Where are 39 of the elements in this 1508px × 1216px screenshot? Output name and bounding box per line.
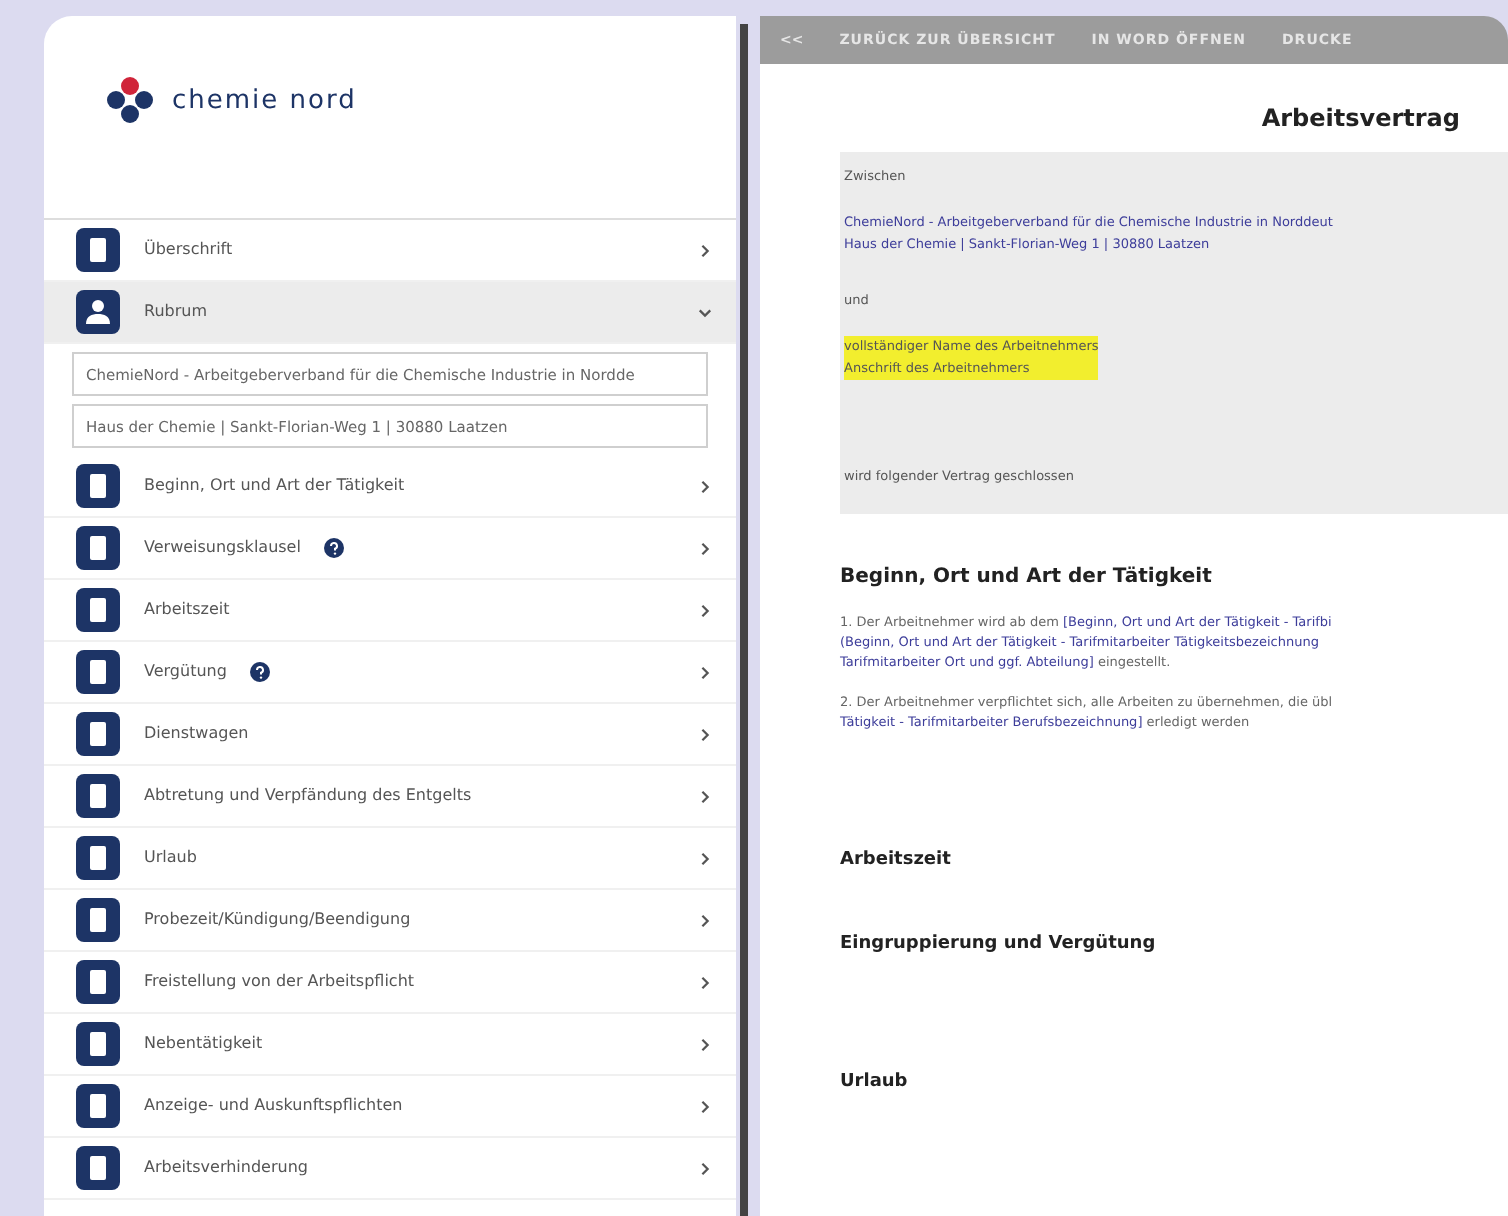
- document-icon: [76, 960, 120, 1004]
- chevron-icon: [698, 789, 712, 803]
- chevron-icon: [698, 479, 712, 493]
- document-icon: [76, 650, 120, 694]
- section-heading: Beginn, Ort und Art der Tätigkeit: [840, 564, 1214, 593]
- chevron-icon: [698, 603, 712, 617]
- scrollbar[interactable]: [740, 24, 748, 1216]
- chevron-icon: [698, 851, 712, 865]
- document-icon: [76, 774, 120, 818]
- chevron-icon: [698, 1099, 712, 1113]
- document-icon: [76, 1146, 120, 1190]
- chevron-icon: [698, 975, 712, 989]
- chevron-icon: [698, 1161, 712, 1175]
- chevron-icon: [698, 243, 712, 257]
- logo-icon: [104, 76, 156, 124]
- chevron-icon: [698, 913, 712, 927]
- document-icon: [76, 712, 120, 756]
- document-icon: [76, 898, 120, 942]
- logo-text: chemie nord: [172, 84, 357, 120]
- document-icon: [76, 228, 120, 272]
- section-heading: Eingruppierung und Vergütung: [840, 931, 1158, 958]
- chevron-icon: [698, 1037, 712, 1051]
- document-icon: [76, 1084, 120, 1128]
- document-icon: [76, 1022, 120, 1066]
- document-icon: [76, 464, 120, 508]
- chevron-icon: [698, 541, 712, 555]
- section-item[interactable]: Rubrum: [44, 282, 736, 344]
- chevron-icon: [698, 305, 712, 319]
- section-heading: Urlaub: [840, 1070, 910, 1097]
- document-title: Arbeitsvertrag: [1261, 102, 1460, 136]
- chevron-icon: [698, 727, 712, 741]
- document-icon: [76, 836, 120, 880]
- document-icon: [76, 526, 120, 570]
- section-heading: Arbeitszeit: [840, 848, 953, 875]
- help-icon[interactable]: [324, 538, 345, 558]
- person-icon: [76, 290, 120, 334]
- chevron-icon: [698, 665, 712, 679]
- help-icon[interactable]: [250, 662, 271, 682]
- document-icon: [76, 588, 120, 632]
